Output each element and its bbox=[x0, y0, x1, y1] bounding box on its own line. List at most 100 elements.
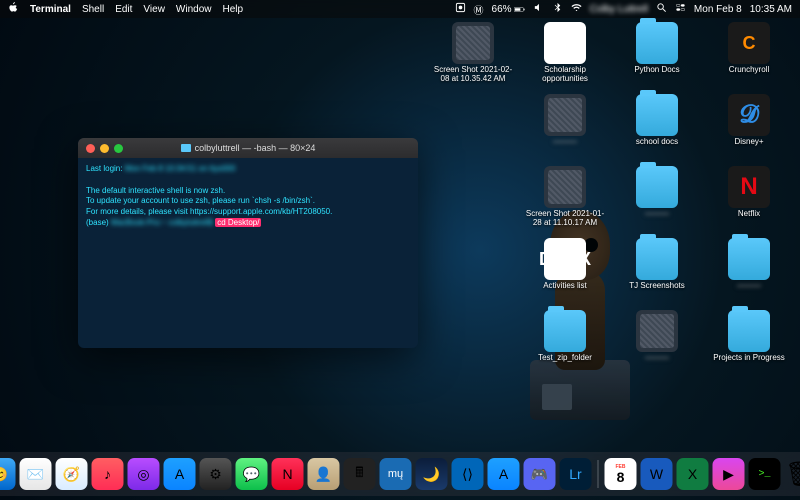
menu-help[interactable]: Help bbox=[223, 4, 244, 15]
dock-news[interactable]: N bbox=[272, 458, 304, 490]
desktop-item-label: Screen Shot 2021-02-08 at 10.35.42 AM bbox=[430, 66, 516, 84]
last-login-value: Mon Feb 8 10:34:51 on ttys000 bbox=[125, 164, 236, 173]
desktop-item[interactable]: Screen Shot 2021-02-08 at 10.35.42 AM bbox=[428, 22, 518, 92]
desktop-item-label: ——— bbox=[645, 354, 669, 363]
dock-vscode[interactable]: ⟨⟩ bbox=[452, 458, 484, 490]
dock-finder[interactable]: 😊 bbox=[0, 458, 16, 490]
app-name[interactable]: Terminal bbox=[30, 4, 71, 15]
menubar: Terminal Shell Edit View Window Help Ⓜ 6… bbox=[0, 0, 800, 18]
folder-icon bbox=[181, 144, 191, 152]
menu-view[interactable]: View bbox=[143, 4, 165, 15]
desktop-item-label: Scholarship opportunities bbox=[522, 66, 608, 84]
dock-contacts[interactable]: 👤 bbox=[308, 458, 340, 490]
menubar-date[interactable]: Mon Feb 8 bbox=[694, 4, 742, 15]
desktop-item[interactable]: Scholarship opportunities bbox=[520, 22, 610, 92]
folder-icon bbox=[728, 310, 770, 352]
menu-window[interactable]: Window bbox=[176, 4, 212, 15]
desktop-item[interactable]: Python Docs bbox=[612, 22, 702, 92]
desktop-item[interactable]: Screen Shot 2021-01-28 at 11.10.17 AM bbox=[520, 166, 610, 236]
apple-icon[interactable] bbox=[8, 2, 19, 16]
app-icon: 𝓓 bbox=[728, 94, 770, 136]
dock-mail[interactable]: ✉️ bbox=[20, 458, 52, 490]
screenrec-icon[interactable] bbox=[455, 2, 466, 16]
dock-musescore[interactable]: mų bbox=[380, 458, 412, 490]
app-icon: C bbox=[728, 22, 770, 64]
desktop-icons-grid: Screen Shot 2021-02-08 at 10.35.42 AM Sch… bbox=[428, 22, 794, 380]
term-line: To update your account to use zsh, pleas… bbox=[86, 196, 410, 207]
folder-icon bbox=[636, 166, 678, 208]
wifi-icon[interactable] bbox=[571, 2, 582, 16]
mullvad-icon[interactable]: Ⓜ bbox=[474, 2, 484, 17]
desktop-item[interactable]: Projects in Progress bbox=[704, 310, 794, 380]
dock-terminal[interactable]: >_ bbox=[749, 458, 781, 490]
command-highlight: cd Desktop/ bbox=[215, 218, 261, 227]
dock-podcasts[interactable]: ◎ bbox=[128, 458, 160, 490]
minimize-button[interactable] bbox=[100, 144, 109, 153]
desktop-item-label: ——— bbox=[645, 210, 669, 219]
image-thumb bbox=[636, 310, 678, 352]
term-line: The default interactive shell is now zsh… bbox=[86, 186, 410, 197]
dock-calculator[interactable]: 🖩 bbox=[344, 458, 376, 490]
folder-icon bbox=[636, 94, 678, 136]
last-login-label: Last login: bbox=[86, 164, 122, 173]
desktop-item[interactable]: school docs bbox=[612, 94, 702, 164]
menu-edit[interactable]: Edit bbox=[115, 4, 132, 15]
dock-stellarium[interactable]: 🌙 bbox=[416, 458, 448, 490]
desktop-item-label: Screen Shot 2021-01-28 at 11.10.17 AM bbox=[522, 210, 608, 228]
spotlight-icon[interactable] bbox=[656, 2, 667, 16]
menubar-time[interactable]: 10:35 AM bbox=[750, 4, 792, 15]
terminal-body[interactable]: Last login: Mon Feb 8 10:34:51 on ttys00… bbox=[78, 158, 418, 235]
desktop-item[interactable]: ——— bbox=[612, 166, 702, 236]
folder-icon bbox=[636, 22, 678, 64]
image-thumb bbox=[452, 22, 494, 64]
dock-excel[interactable]: X bbox=[677, 458, 709, 490]
volume-icon[interactable] bbox=[533, 2, 544, 16]
desktop-item-label: Python Docs bbox=[634, 66, 679, 75]
desktop-item-label: ——— bbox=[553, 138, 577, 147]
folder-icon bbox=[544, 310, 586, 352]
terminal-window[interactable]: colbyluttrell — -bash — 80×24 Last login… bbox=[78, 138, 418, 348]
user-name[interactable]: Colby Luttrell bbox=[590, 4, 648, 15]
close-button[interactable] bbox=[86, 144, 95, 153]
desktop-item[interactable]: TJ Screenshots bbox=[612, 238, 702, 308]
terminal-titlebar[interactable]: colbyluttrell — -bash — 80×24 bbox=[78, 138, 418, 158]
dock-safari[interactable]: 🧭 bbox=[56, 458, 88, 490]
folder-icon bbox=[636, 238, 678, 280]
desktop-item[interactable]: ——— bbox=[704, 238, 794, 308]
desktop-item-label: Activities list bbox=[543, 282, 587, 291]
battery-status[interactable]: 66% bbox=[492, 4, 525, 15]
dock-word[interactable]: W bbox=[641, 458, 673, 490]
dock-shortcuts[interactable]: ▶ bbox=[713, 458, 745, 490]
dock-calendar[interactable]: FEB8 bbox=[605, 458, 637, 490]
bluetooth-icon[interactable] bbox=[552, 2, 563, 16]
desktop-item[interactable]: 𝓓 Disney+ bbox=[704, 94, 794, 164]
desktop-item[interactable]: ——— bbox=[612, 310, 702, 380]
control-center-icon[interactable] bbox=[675, 2, 686, 16]
dock-appstore[interactable]: A bbox=[164, 458, 196, 490]
menu-shell[interactable]: Shell bbox=[82, 4, 104, 15]
desktop-item[interactable]: NNetflix bbox=[704, 166, 794, 236]
image-thumb bbox=[544, 94, 586, 136]
desktop-item[interactable]: ——— bbox=[520, 94, 610, 164]
desktop-item[interactable]: C Crunchyroll bbox=[704, 22, 794, 92]
terminal-title: colbyluttrell — -bash — 80×24 bbox=[195, 143, 316, 153]
prompt-prefix: (base) bbox=[86, 218, 109, 227]
desktop: Terminal Shell Edit View Window Help Ⓜ 6… bbox=[0, 0, 800, 500]
dock-music[interactable]: ♪ bbox=[92, 458, 124, 490]
dock-trash[interactable]: 🗑 bbox=[785, 458, 800, 490]
desktop-item-label: Crunchyroll bbox=[729, 66, 769, 75]
desktop-item[interactable]: Test_zip_folder bbox=[520, 310, 610, 380]
dock-discord[interactable]: 🎮 bbox=[524, 458, 556, 490]
zoom-button[interactable] bbox=[114, 144, 123, 153]
desktop-item-label: Projects in Progress bbox=[713, 354, 785, 363]
dock-separator bbox=[598, 460, 599, 488]
document-icon bbox=[544, 22, 586, 64]
image-thumb bbox=[544, 166, 586, 208]
desktop-item-label: Disney+ bbox=[734, 138, 763, 147]
app-icon: N bbox=[728, 166, 770, 208]
dock-appstore2[interactable]: A bbox=[488, 458, 520, 490]
dock-lightroom[interactable]: Lr bbox=[560, 458, 592, 490]
dock-messages[interactable]: 💬 bbox=[236, 458, 268, 490]
desktop-item[interactable]: DOCXActivities list bbox=[520, 238, 610, 308]
dock-settings[interactable]: ⚙ bbox=[200, 458, 232, 490]
